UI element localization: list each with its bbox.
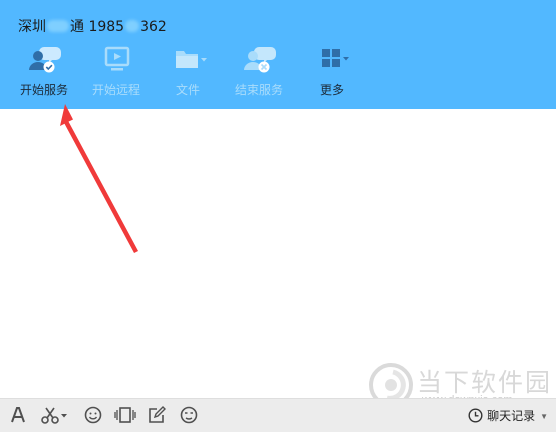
contact-number-part1: 1985 [88, 19, 125, 35]
chevron-down-icon: ▼ [540, 412, 548, 421]
input-toolbar: 聊天记录 ▼ [0, 398, 556, 432]
folder-icon [176, 51, 207, 68]
end-service-icon [244, 47, 276, 73]
remote-screen-icon [104, 46, 130, 71]
file-label: 文件 [175, 83, 200, 97]
contact-number-part2: 362 [140, 19, 167, 35]
more-button[interactable]: 更多 [296, 42, 368, 98]
start-service-label: 开始服务 [19, 83, 68, 97]
message-area[interactable] [0, 109, 556, 398]
start-service-button[interactable]: 开始服务 [8, 42, 80, 98]
chat-history-button[interactable]: 聊天记录 ▼ [468, 407, 548, 424]
chat-header: 深圳 通 1985 362 开始服务 开始远程 文件 结束服务 更多 [0, 0, 556, 109]
file-button[interactable]: 文件 [152, 42, 224, 98]
contact-name-part1: 深圳 [18, 19, 46, 35]
clock-icon [468, 408, 483, 423]
chat-window: 深圳 通 1985 362 开始服务 开始远程 文件 结束服务 更多 当下软件园 … [0, 0, 556, 432]
start-service-icon [29, 47, 61, 73]
emoji-icon[interactable] [83, 404, 103, 426]
more-label: 更多 [319, 83, 344, 97]
vibrate-icon[interactable] [114, 404, 136, 426]
header-toolbar: 开始服务 开始远程 文件 结束服务 更多 [0, 42, 380, 102]
font-icon[interactable] [8, 404, 28, 426]
end-service-label: 结束服务 [234, 83, 283, 97]
grid-icon [322, 49, 349, 67]
start-remote-button[interactable]: 开始远程 [80, 42, 152, 98]
contact-name-part2: 通 [70, 19, 84, 35]
scissors-icon[interactable] [40, 404, 70, 426]
contact-title: 深圳 通 1985 362 [18, 16, 167, 36]
end-service-button[interactable]: 结束服务 [223, 42, 295, 98]
redacted-mark [47, 20, 69, 32]
redacted-mark [125, 20, 140, 32]
edit-icon[interactable] [147, 404, 167, 426]
start-remote-label: 开始远程 [91, 83, 140, 97]
sticker-icon[interactable] [179, 404, 199, 426]
chat-history-label: 聊天记录 [487, 409, 536, 423]
